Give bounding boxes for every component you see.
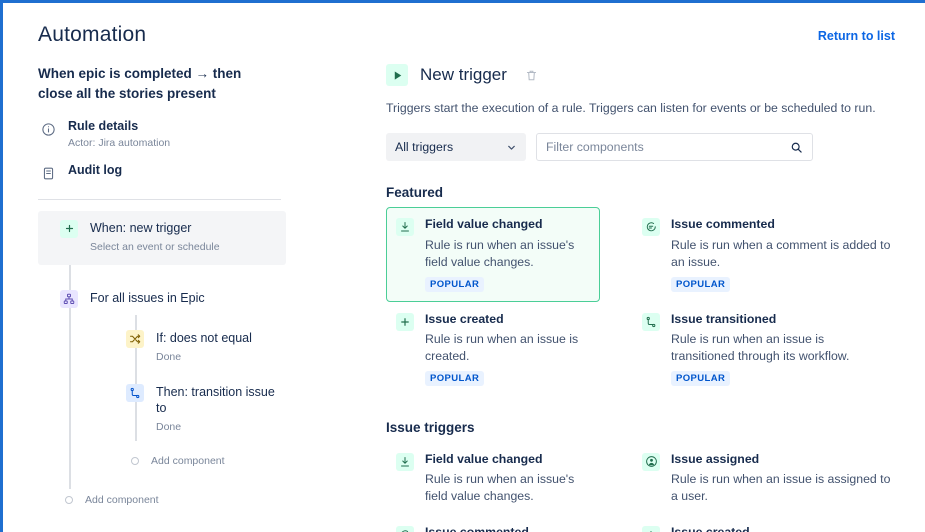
trigger-card-desc: Rule is run when an issue's field value … [425, 237, 589, 271]
add-component-dot-icon [65, 496, 73, 504]
tree-node-sub: Select an event or schedule [90, 241, 220, 254]
trigger-header: New trigger [386, 64, 902, 86]
search-input[interactable] [546, 140, 784, 154]
tree-node-when-new-trigger[interactable]: When: new trigger Select an event or sch… [38, 211, 286, 265]
comment-icon [642, 218, 660, 236]
trigger-card-desc: Rule is run when a comment is added to a… [671, 237, 891, 271]
branch-hierarchy-icon [60, 290, 78, 308]
page-title: Automation [38, 23, 146, 47]
trigger-card-field-value-changed[interactable]: Field value changed Rule is run when an … [386, 207, 600, 301]
trigger-card-title: Issue commented [671, 217, 891, 232]
tree-node-then-transition-issue[interactable]: Then: transition issue to Done [38, 384, 286, 434]
transition-icon [126, 384, 144, 402]
trigger-description: Triggers start the execution of a rule. … [386, 100, 902, 117]
add-component-label: Add component [151, 455, 225, 467]
trigger-panel: New trigger Triggers start the execution… [386, 64, 902, 532]
plus-icon [642, 526, 660, 532]
search-icon[interactable] [790, 141, 803, 154]
trigger-card-issue-commented[interactable]: Issue commented Rule is run when a comme… [632, 207, 902, 301]
trigger-card-desc: Rule is run when an issue is transitione… [671, 331, 891, 365]
add-component-inner-button[interactable]: Add component [38, 455, 286, 467]
sidebar-nav: Rule details Actor: Jira automation Audi… [38, 116, 286, 185]
field-value-icon [396, 218, 414, 236]
tree-node-for-all-issues[interactable]: For all issues in Epic [38, 290, 286, 308]
tree-node-title: For all issues in Epic [90, 290, 205, 306]
document-icon [41, 166, 57, 182]
trigger-card-title: Field value changed [425, 452, 589, 467]
trash-icon[interactable] [525, 69, 538, 82]
popular-badge: POPULAR [671, 277, 730, 292]
add-component-label: Add component [85, 494, 159, 506]
tree-node-sub: Done [156, 421, 286, 434]
tree-node-title: Then: transition issue to [156, 384, 286, 417]
transition-icon [642, 313, 660, 331]
add-component-outer-button[interactable]: Add component [38, 494, 286, 506]
field-value-icon [396, 453, 414, 471]
app-window: Automation Return to list When epic is c… [0, 0, 925, 532]
sidebar-item-sub: Actor: Jira automation [68, 137, 170, 150]
info-circle-icon [41, 122, 57, 138]
trigger-card-desc: Rule is run when an issue is created. [425, 331, 589, 365]
tree-node-title: When: new trigger [90, 220, 220, 236]
tree-node-if-does-not-equal[interactable]: If: does not equal Done [38, 330, 286, 364]
popular-badge: POPULAR [671, 371, 730, 386]
trigger-type-select[interactable]: All triggers [386, 133, 526, 161]
trigger-card-title: Issue commented [425, 525, 589, 532]
trigger-card-issue-created[interactable]: Issue created Rule is run when an issue … [386, 302, 600, 396]
trigger-type-select-value: All triggers [395, 140, 453, 154]
sidebar-item-label: Audit log [68, 163, 122, 179]
sidebar-item-label: Rule details [68, 119, 170, 135]
trigger-card-title: Issue transitioned [671, 312, 891, 327]
trigger-card-title: Issue assigned [671, 452, 891, 467]
popular-badge: POPULAR [425, 371, 484, 386]
trigger-card-title: Field value changed [425, 217, 589, 232]
trigger-card-issue-assigned[interactable]: Issue assigned Rule is run when an issue… [632, 442, 902, 515]
section-title-featured: Featured [386, 185, 902, 200]
sidebar-item-rule-details[interactable]: Rule details Actor: Jira automation [38, 116, 286, 153]
rule-sidebar: When epic is completed → then close all … [38, 64, 286, 532]
trigger-controls: All triggers [386, 133, 902, 161]
featured-trigger-grid: Field value changed Rule is run when an … [386, 207, 902, 396]
section-title-issue-triggers: Issue triggers [386, 420, 902, 435]
comment-icon [396, 526, 414, 532]
trigger-card-desc: Rule is run when an issue is assigned to… [671, 471, 891, 505]
popular-badge: POPULAR [425, 277, 484, 292]
trigger-title: New trigger [420, 65, 507, 85]
trigger-card-issue-commented-2[interactable]: Issue commented Rule is run when a comme… [386, 515, 600, 532]
sidebar-item-audit-log[interactable]: Audit log [38, 160, 286, 185]
trigger-card-field-value-changed-2[interactable]: Field value changed Rule is run when an … [386, 442, 600, 515]
person-icon [642, 453, 660, 471]
tree-node-sub: Done [156, 351, 252, 364]
trigger-card-desc: Rule is run when an issue's field value … [425, 471, 589, 505]
trigger-card-issue-created-2[interactable]: Issue created Rule is run when an issue … [632, 515, 902, 532]
trigger-card-issue-transitioned[interactable]: Issue transitioned Rule is run when an i… [632, 302, 902, 396]
filter-components-search[interactable] [536, 133, 813, 161]
trigger-card-title: Issue created [425, 312, 589, 327]
plus-icon [60, 220, 78, 238]
add-component-dot-icon [131, 457, 139, 465]
tree-node-title: If: does not equal [156, 330, 252, 346]
sidebar-divider [38, 199, 281, 200]
rule-tree: When: new trigger Select an event or sch… [38, 211, 286, 506]
rule-name: When epic is completed → then close all … [38, 64, 278, 103]
play-icon [386, 64, 408, 86]
issue-trigger-grid: Field value changed Rule is run when an … [386, 442, 902, 532]
chevron-down-icon [506, 142, 517, 153]
plus-icon [396, 313, 414, 331]
condition-shuffle-icon [126, 330, 144, 348]
return-to-list-link[interactable]: Return to list [818, 29, 895, 43]
trigger-card-title: Issue created [671, 525, 872, 532]
